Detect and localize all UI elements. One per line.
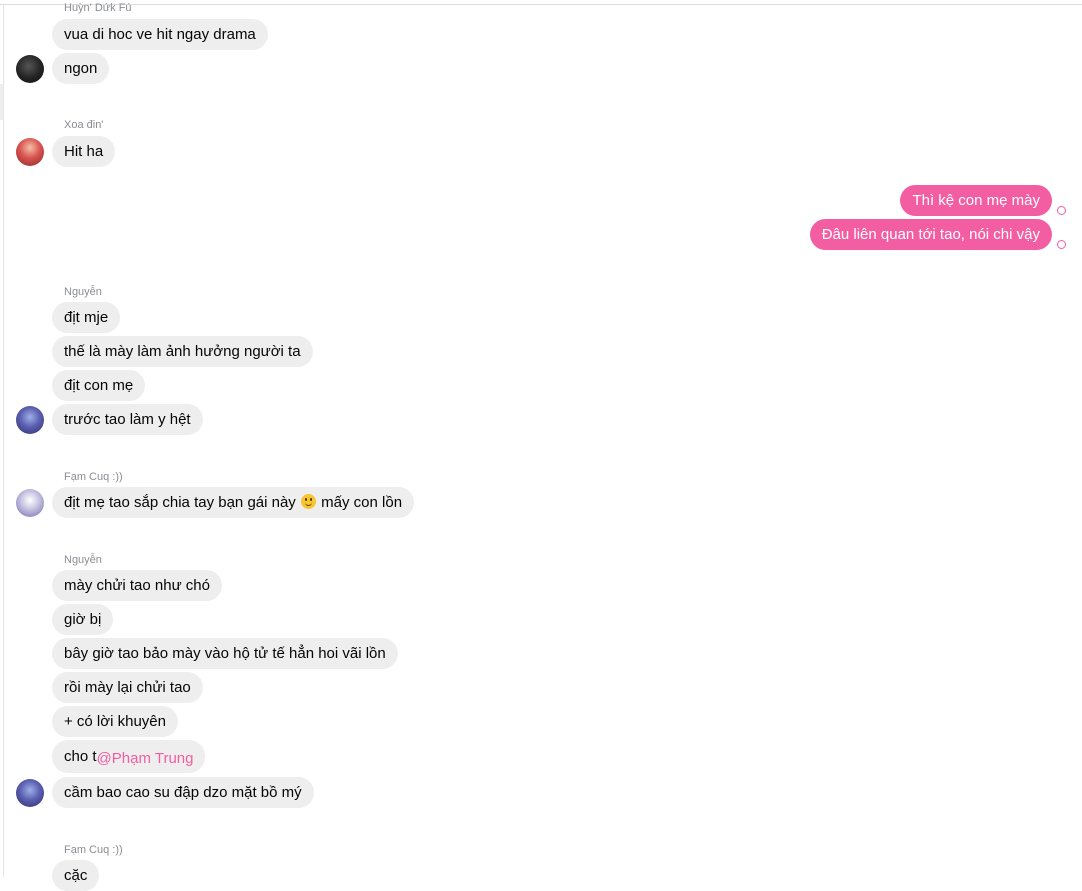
avatar[interactable] — [16, 55, 44, 83]
top-divider — [0, 4, 1082, 5]
sender-name: Xoa đin' — [64, 119, 104, 131]
message-bubble[interactable]: giờ bị — [52, 604, 114, 635]
message-bubble[interactable]: Hit ha — [52, 136, 116, 167]
message-bubble[interactable]: địt mẹ tao sắp chia tay bạn gái này mấy … — [52, 487, 415, 518]
message-text: cho t — [64, 748, 97, 765]
message-bubble[interactable]: địt mje — [52, 302, 121, 333]
message-bubble[interactable]: + có lời khuyên — [52, 706, 178, 737]
message-bubble[interactable]: thế là mày làm ảnh hưởng người ta — [52, 336, 313, 367]
left-divider — [3, 4, 4, 877]
message-bubble[interactable]: vua di hoc ve hit ngay drama — [52, 19, 268, 50]
message-bubble[interactable]: địt con mẹ — [52, 370, 146, 401]
message-bubble[interactable]: trước tao làm y hệt — [52, 404, 203, 435]
message-bubble[interactable]: bây giờ tao bảo mày vào hộ tử tế hẳn hoi… — [52, 638, 398, 669]
avatar[interactable] — [16, 138, 44, 166]
message-bubble[interactable]: ngon — [52, 53, 110, 84]
outgoing-message-bubble[interactable]: Thì kệ con mẹ mày — [900, 185, 1052, 216]
message-bubble[interactable]: cặc — [52, 860, 100, 891]
sender-name: Huỳn' Dứk Fú — [64, 2, 132, 14]
sender-name: Nguyễn — [64, 286, 102, 298]
seen-check-icon — [1057, 206, 1066, 215]
avatar[interactable] — [16, 406, 44, 434]
message-bubble[interactable]: mày chửi tao như chó — [52, 570, 222, 601]
message-bubble[interactable]: cầm bao cao su đập dzo mặt bồ mý — [52, 777, 314, 808]
outgoing-message-bubble[interactable]: Đâu liên quan tới tao, nói chi vậy — [809, 219, 1052, 250]
message-bubble[interactable]: rồi mày lại chửi tao — [52, 672, 203, 703]
sender-name: Fạm Cuq :)) — [64, 844, 123, 856]
sender-name: Nguyễn — [64, 554, 102, 566]
mention-link[interactable]: @Phạm Trung — [97, 750, 194, 767]
message-bubble[interactable]: cho t@Phạm Trung — [52, 740, 206, 773]
seen-check-icon — [1057, 240, 1066, 249]
message-text: địt mẹ tao sắp chia tay bạn gái này — [64, 494, 296, 511]
message-text: mấy con lồn — [321, 494, 403, 511]
sender-name: Fạm Cuq :)) — [64, 471, 123, 483]
slightly-smiling-face-icon — [300, 494, 316, 509]
scroll-edge — [0, 84, 3, 120]
avatar[interactable] — [16, 489, 44, 517]
avatar[interactable] — [16, 779, 44, 807]
